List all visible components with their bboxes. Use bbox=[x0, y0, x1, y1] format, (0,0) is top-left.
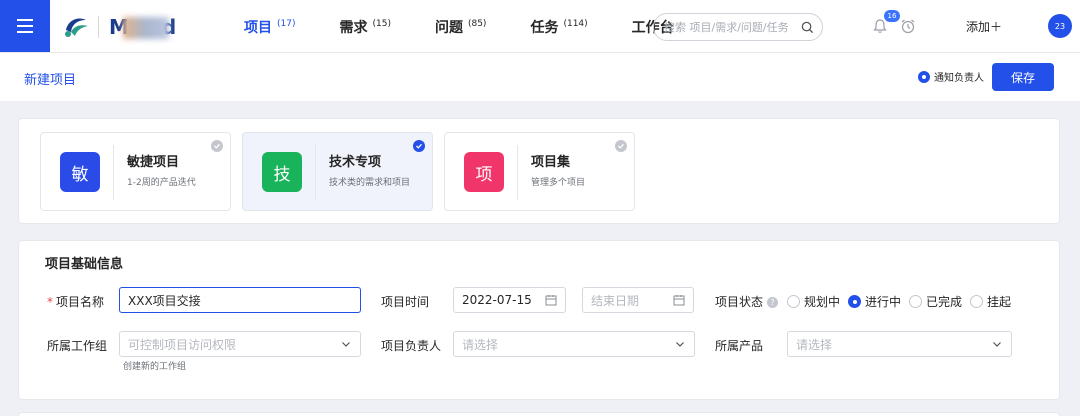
start-date-input[interactable]: 2022-07-15 bbox=[453, 287, 566, 313]
save-button[interactable]: 保存 bbox=[992, 63, 1054, 91]
card-title: 敏捷项目 bbox=[127, 155, 180, 170]
search-icon bbox=[801, 21, 814, 33]
logo-divider bbox=[98, 16, 99, 38]
top-navbar: M oud 项目 (17) 需求 (15) 问题 (85) 任务 (114) 工… bbox=[0, 0, 1080, 53]
radio-icon[interactable] bbox=[970, 295, 984, 308]
nav-item-label: 需求 bbox=[339, 19, 368, 36]
notify-radio-icon[interactable] bbox=[918, 70, 930, 83]
search-input[interactable]: 搜索 项目/需求/问题/任务 bbox=[653, 13, 823, 41]
project-type-card-tech[interactable]: 技 技术专项 技术类的需求和项目 bbox=[242, 132, 433, 211]
project-status-radio-group: 规划中 进行中 已完成 挂起 bbox=[787, 293, 1019, 310]
nav-item-count: (17) bbox=[277, 18, 296, 29]
radio-label: 已完成 bbox=[926, 295, 963, 309]
logo-redaction bbox=[123, 17, 169, 39]
radio-checked-icon[interactable] bbox=[848, 295, 862, 308]
calendar-icon bbox=[673, 295, 685, 306]
project-type-card-program[interactable]: 项 项目集 管理多个项目 bbox=[444, 132, 635, 211]
checked-icon bbox=[413, 140, 425, 152]
radio-label: 挂起 bbox=[987, 295, 1012, 309]
chevron-down-icon bbox=[342, 342, 350, 347]
card-title: 项目集 bbox=[531, 155, 571, 170]
card-divider bbox=[315, 145, 316, 200]
required-marker: * bbox=[47, 295, 53, 309]
unchecked-icon bbox=[211, 140, 223, 152]
alarm-clock-icon[interactable] bbox=[900, 18, 916, 34]
create-workgroup-link[interactable]: 创建新的工作组 bbox=[123, 359, 186, 372]
notify-owner-option[interactable]: 通知负责人 bbox=[918, 69, 984, 84]
nav-item-count: (85) bbox=[467, 18, 487, 29]
start-date-value: 2022-07-15 bbox=[462, 293, 532, 307]
radio-icon[interactable] bbox=[909, 295, 923, 308]
product-label: 所属产品 bbox=[715, 339, 764, 353]
nav-item-label: 任务 bbox=[530, 19, 559, 36]
logo[interactable]: M oud bbox=[62, 12, 176, 42]
workgroup-label: 所属工作组 bbox=[47, 339, 108, 353]
project-type-card-agile[interactable]: 敏 敏捷项目 1-2周的产品迭代 bbox=[40, 132, 231, 211]
project-owner-select[interactable]: 请选择 bbox=[453, 331, 695, 357]
section-title: 项目基础信息 bbox=[45, 257, 124, 272]
nav-item-tasks[interactable]: 任务 (114) bbox=[516, 0, 601, 53]
nav-item-label: 问题 bbox=[434, 19, 463, 36]
card-divider bbox=[113, 145, 114, 200]
project-name-label: * 项目名称 bbox=[47, 295, 105, 309]
page-header: 新建项目 通知负责人 保存 bbox=[0, 53, 1080, 101]
program-project-icon: 项 bbox=[464, 152, 504, 192]
notification-count-badge: 16 bbox=[884, 10, 900, 22]
project-owner-label: 项目负责人 bbox=[381, 339, 442, 353]
chevron-down-icon bbox=[993, 342, 1001, 347]
add-button[interactable]: 添加＋ bbox=[966, 18, 1002, 35]
agile-project-icon: 敏 bbox=[60, 152, 100, 192]
nav-item-count: (114) bbox=[563, 18, 588, 29]
nav-item-requirements[interactable]: 需求 (15) bbox=[325, 0, 404, 53]
logo-mark-icon bbox=[65, 18, 88, 37]
workgroup-select[interactable]: 可控制项目访问权限 bbox=[119, 331, 361, 357]
project-basic-info-panel: 项目基础信息 * 项目名称 XXX项目交接 项目时间 2022-07-15 结束日… bbox=[18, 240, 1060, 400]
logo-text: M oud bbox=[109, 15, 176, 39]
status-option-in-progress[interactable]: 进行中 bbox=[848, 293, 901, 310]
radio-icon[interactable] bbox=[787, 295, 800, 308]
status-option-planning[interactable]: 规划中 bbox=[787, 293, 840, 310]
project-time-label: 项目时间 bbox=[381, 295, 430, 309]
nav-item-issues[interactable]: 问题 (85) bbox=[421, 0, 500, 53]
product-placeholder: 请选择 bbox=[796, 337, 833, 352]
radio-label: 进行中 bbox=[865, 295, 902, 309]
tech-project-icon: 技 bbox=[262, 152, 302, 192]
card-description: 1-2周的产品迭代 bbox=[127, 178, 196, 188]
search-placeholder: 搜索 项目/需求/问题/任务 bbox=[664, 21, 789, 34]
card-divider bbox=[517, 145, 518, 200]
next-panel-edge bbox=[18, 412, 1060, 416]
product-select[interactable]: 请选择 bbox=[787, 331, 1012, 357]
project-name-value: XXX项目交接 bbox=[128, 293, 201, 308]
nav-item-label: 项目 bbox=[244, 19, 272, 36]
nav-item-projects[interactable]: 项目 (17) bbox=[230, 0, 309, 53]
unchecked-icon bbox=[615, 140, 627, 152]
project-status-label: 项目状态? bbox=[715, 293, 779, 310]
end-date-placeholder: 结束日期 bbox=[591, 293, 640, 308]
project-name-input[interactable]: XXX项目交接 bbox=[119, 287, 361, 313]
owner-placeholder: 请选择 bbox=[462, 337, 499, 352]
main-nav: 项目 (17) 需求 (15) 问题 (85) 任务 (114) 工作台 bbox=[230, 0, 704, 53]
chevron-down-icon bbox=[676, 342, 684, 347]
page-title: 新建项目 bbox=[24, 73, 77, 88]
status-option-suspended[interactable]: 挂起 bbox=[970, 293, 1011, 310]
card-title: 技术专项 bbox=[329, 155, 382, 170]
project-type-panel: 敏 敏捷项目 1-2周的产品迭代 技 技术专项 技术类的需求和项目 项 项目集 … bbox=[18, 118, 1060, 224]
card-description: 管理多个项目 bbox=[531, 178, 586, 188]
workgroup-placeholder: 可控制项目访问权限 bbox=[128, 337, 237, 352]
radio-label: 规划中 bbox=[804, 295, 841, 309]
card-description: 技术类的需求和项目 bbox=[329, 178, 411, 188]
status-option-completed[interactable]: 已完成 bbox=[909, 293, 962, 310]
end-date-input[interactable]: 结束日期 bbox=[582, 287, 694, 313]
nav-item-count: (15) bbox=[372, 18, 391, 29]
hamburger-menu-icon[interactable] bbox=[0, 0, 50, 52]
avatar[interactable]: 23 bbox=[1048, 14, 1072, 38]
notify-owner-label: 通知负责人 bbox=[934, 73, 984, 84]
calendar-icon bbox=[545, 295, 557, 306]
help-icon[interactable]: ? bbox=[767, 297, 779, 308]
